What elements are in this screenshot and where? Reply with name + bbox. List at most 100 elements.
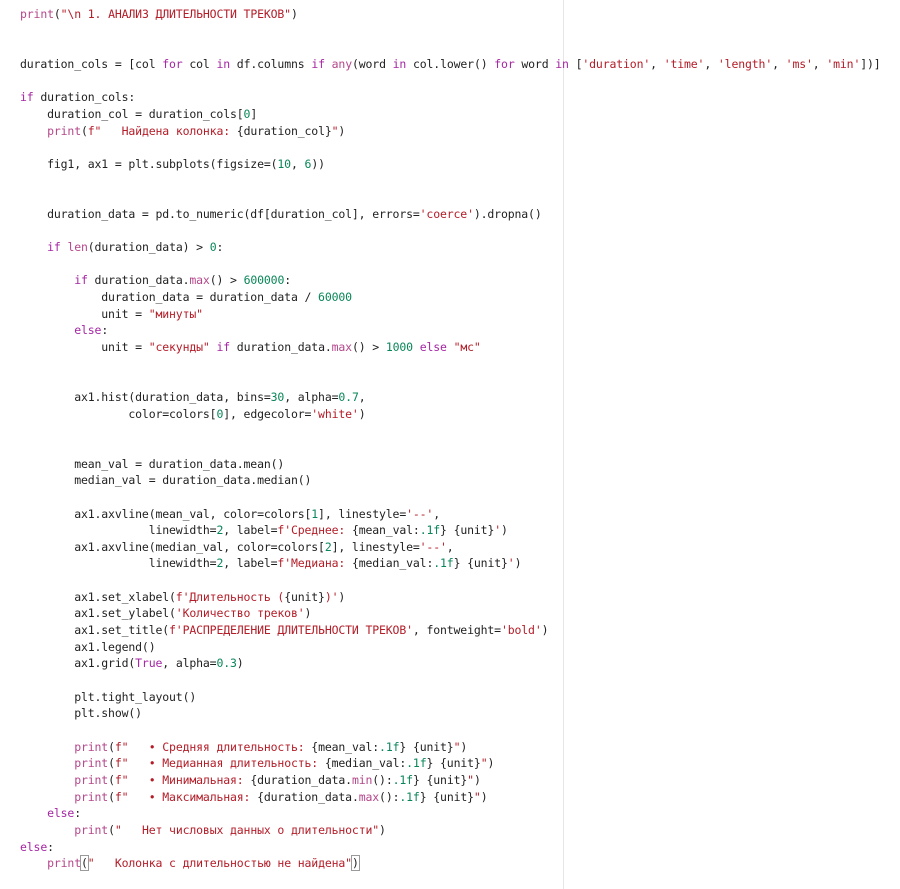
code-token: ax1.hist(duration_data, bins= <box>20 389 271 404</box>
code-line[interactable]: if duration_data.max() > 600000: <box>20 272 291 289</box>
code-token: median_val = duration_data.median() <box>20 473 312 488</box>
code-token: ax1.axvline(median_val, color=colors[ <box>20 539 325 554</box>
code-line[interactable]: print(f" • Минимальная: {duration_data.m… <box>20 772 481 789</box>
code-line[interactable]: median_val = duration_data.median() <box>20 472 311 489</box>
code-line[interactable]: else: <box>20 805 81 822</box>
code-token: f'Медиана: <box>277 556 352 571</box>
code-token: 'white' <box>311 406 359 421</box>
code-line[interactable]: linewidth=2, label=f'Медиана: {median_va… <box>20 555 522 572</box>
code-token: , <box>290 156 305 171</box>
code-line[interactable]: print(" Нет числовых данных о длительнос… <box>20 822 386 839</box>
code-line[interactable]: unit = "секунды" if duration_data.max() … <box>20 339 481 356</box>
code-token: print <box>74 789 109 804</box>
code-line[interactable]: ax1.legend() <box>20 639 155 656</box>
code-line[interactable]: fig1, ax1 = plt.subplots(figsize=(10, 6)… <box>20 156 325 173</box>
code-line[interactable]: ax1.set_ylabel('Количество треков') <box>20 605 311 622</box>
code-token: f'РАСПРЕДЕЛЕНИЕ ДЛИТЕЛЬНОСТИ ТРЕКОВ' <box>169 623 413 638</box>
code-token: , fontweight= <box>412 623 501 638</box>
code-line[interactable]: duration_col = duration_cols[0] <box>20 106 257 123</box>
code-line[interactable]: ax1.hist(duration_data, bins=30, alpha=0… <box>20 389 365 406</box>
code-token: : <box>216 240 224 255</box>
code-line[interactable]: if duration_cols: <box>20 89 135 106</box>
code-line[interactable]: print(f" • Медианная длительность: {medi… <box>20 755 494 772</box>
code-line[interactable]: print(f" • Максимальная: {duration_data.… <box>20 789 487 806</box>
code-line[interactable]: plt.show() <box>20 705 142 722</box>
code-token: duration_cols = [col <box>20 56 163 71</box>
code-token: ) <box>338 123 346 138</box>
code-line[interactable]: linewidth=2, label=f'Среднее: {mean_val:… <box>20 522 508 539</box>
code-line[interactable]: duration_data = duration_data / 60000 <box>20 289 352 306</box>
code-token: f'Длительность ( <box>175 589 285 604</box>
code-token: " Нет числовых данных о длительности" <box>114 822 380 837</box>
code-token: 0 <box>209 240 217 255</box>
code-token: duration_col = duration_cols[ <box>20 106 244 121</box>
code-token: ], edgecolor= <box>223 406 312 421</box>
code-line[interactable]: else: <box>20 322 108 339</box>
code-token: {unit} <box>467 556 508 571</box>
code-line[interactable]: ax1.set_xlabel(f'Длительность ({unit})') <box>20 589 345 606</box>
code-token: ax1.legend() <box>20 639 156 654</box>
code-token: in <box>216 56 231 71</box>
code-token: , <box>812 56 827 71</box>
code-token: duration_data. <box>230 340 332 354</box>
code-line[interactable]: ax1.grid(True, alpha=0.3) <box>20 655 244 672</box>
code-line[interactable]: print(f" • Средняя длительность: {mean_v… <box>20 739 467 756</box>
code-token: .1f <box>392 772 413 787</box>
code-token: ( <box>80 855 89 872</box>
code-line[interactable]: duration_cols = [col for col in df.colum… <box>20 56 881 73</box>
code-token: ( <box>108 756 115 771</box>
code-token: ) <box>480 789 488 804</box>
code-token: )) <box>311 156 325 171</box>
code-token: } <box>412 772 420 787</box>
code-token: print <box>74 756 109 771</box>
code-line[interactable]: ax1.axvline(median_val, color=colors[2],… <box>20 539 454 556</box>
code-line[interactable]: ax1.set_title(f'РАСПРЕДЕЛЕНИЕ ДЛИТЕЛЬНОС… <box>20 622 548 639</box>
code-line[interactable]: unit = "минуты" <box>20 306 203 323</box>
code-token: f" • Средняя длительность: <box>114 739 312 754</box>
code-line[interactable]: print("\n 1. АНАЛИЗ ДЛИТЕЛЬНОСТИ ТРЕКОВ"… <box>20 6 298 23</box>
code-token: "мс" <box>453 340 481 354</box>
code-token: print <box>47 856 81 871</box>
code-token: {duration_data. <box>250 772 352 787</box>
code-token: ax1.axvline(mean_val, color=colors[ <box>20 506 312 521</box>
code-token: , alpha= <box>284 389 339 404</box>
code-line[interactable]: duration_data = pd.to_numeric(df[duratio… <box>20 206 542 223</box>
code-token: ) <box>338 589 346 604</box>
code-line[interactable]: if len(duration_data) > 0: <box>20 239 223 256</box>
code-token: else <box>419 340 447 354</box>
code-line[interactable]: color=colors[0], edgecolor='white') <box>20 406 365 423</box>
code-line[interactable]: print(f" Найдена колонка: {duration_col}… <box>20 123 345 140</box>
code-token: 'Количество треков' <box>175 606 305 621</box>
code-token: ])] <box>860 56 881 71</box>
code-token: if <box>20 90 34 105</box>
code-token: .1f <box>433 556 454 571</box>
code-token: ax1.grid( <box>20 656 136 671</box>
code-token: )' <box>324 589 339 604</box>
code-line[interactable]: plt.tight_layout() <box>20 689 196 706</box>
code-token: ( <box>108 739 115 754</box>
code-line[interactable]: print(" Колонка с длительностью не найде… <box>20 855 360 872</box>
code-token: f" • Минимальная: <box>114 772 251 787</box>
code-token: if <box>47 240 61 255</box>
code-line[interactable]: ax1.axvline(mean_val, color=colors[1], l… <box>20 506 440 523</box>
code-token: ( <box>108 772 115 787</box>
code-line[interactable]: mean_val = duration_data.mean() <box>20 456 284 473</box>
code-token: 2 <box>324 539 332 554</box>
code-token: if <box>74 273 88 288</box>
code-token: linewidth= <box>20 556 217 571</box>
code-token: print <box>47 123 81 138</box>
code-token: ax1.set_title( <box>20 623 170 638</box>
code-line[interactable]: else: <box>20 839 54 856</box>
code-editor[interactable]: print("\n 1. АНАЛИЗ ДЛИТЕЛЬНОСТИ ТРЕКОВ"… <box>0 0 900 889</box>
code-token: , <box>772 56 786 71</box>
